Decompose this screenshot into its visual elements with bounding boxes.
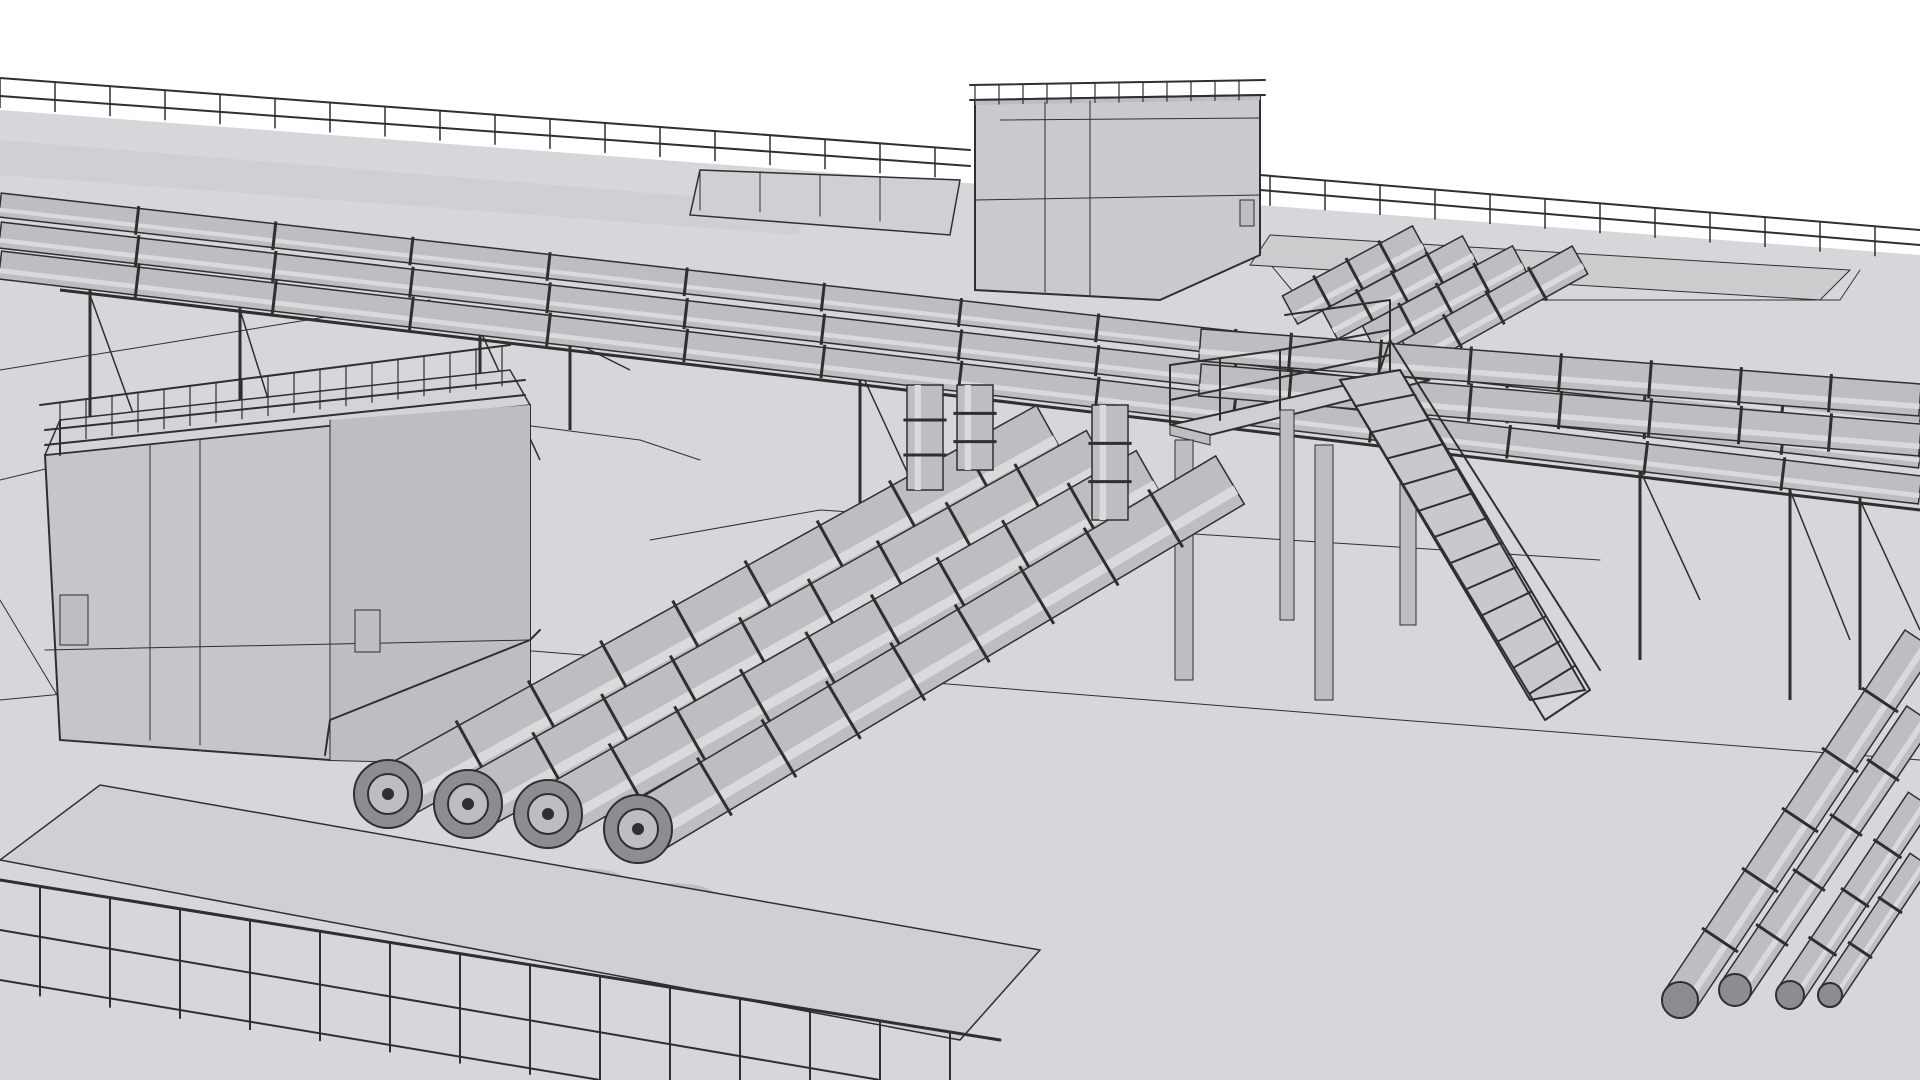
pipe-end-cap (1661, 981, 1699, 1019)
riser-pipe (953, 384, 997, 471)
rear-utility-building (969, 79, 1266, 302)
handwheel-center (542, 808, 554, 820)
pipe-end-cap (1718, 973, 1752, 1007)
rooftop-piping-scene (0, 0, 1920, 1080)
pipe-body (906, 384, 944, 491)
pipe-body (956, 384, 994, 471)
handwheel-center (462, 798, 474, 810)
handwheel-center (382, 788, 394, 800)
riser-pipe (1088, 404, 1132, 521)
pipe-body (1091, 404, 1129, 521)
pipe-end-cap (1775, 980, 1805, 1010)
handwheel-center (632, 823, 644, 835)
pipe-end-cap (1817, 982, 1843, 1008)
riser-pipe (903, 384, 947, 491)
